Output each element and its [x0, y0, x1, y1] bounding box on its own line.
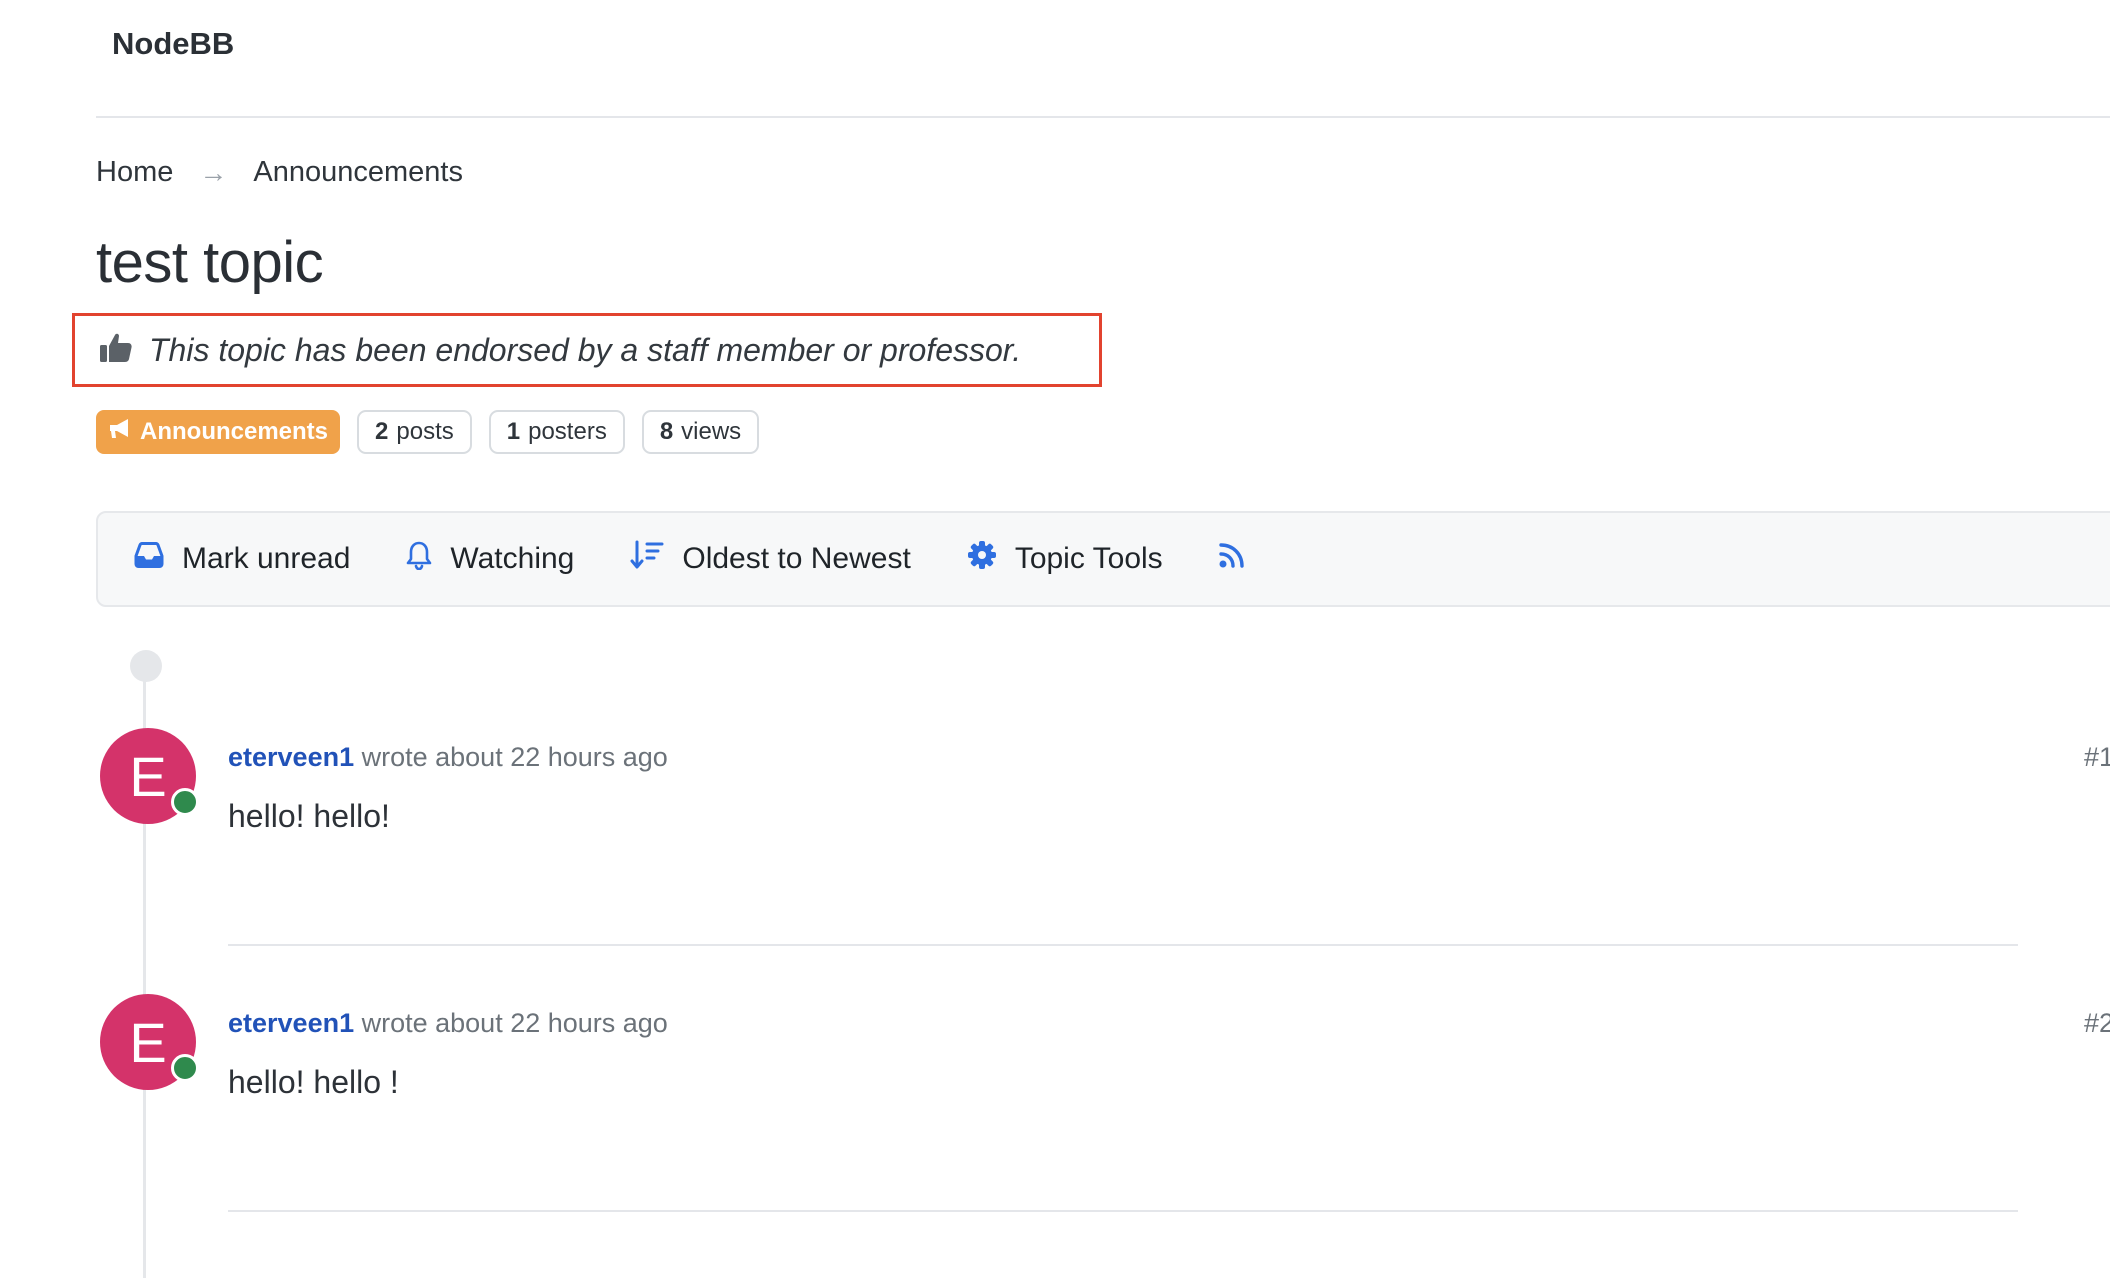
sort-arrow-icon: [630, 540, 664, 578]
post-timestamp: wrote about 22 hours ago: [361, 1008, 668, 1038]
breadcrumb-home-link[interactable]: Home: [96, 156, 173, 189]
header-divider: [96, 116, 2110, 118]
sort-label: Oldest to Newest: [682, 542, 911, 575]
online-status-indicator: [171, 788, 199, 816]
post-timestamp: wrote about 22 hours ago: [361, 742, 668, 772]
endorsement-text: This topic has been endorsed by a staff …: [149, 331, 1022, 368]
avatar-letter: E: [129, 1010, 167, 1074]
endorsement-notice: This topic has been endorsed by a staff …: [72, 313, 1102, 387]
breadcrumb-announcements-link[interactable]: Announcements: [253, 156, 463, 189]
posts-count-chip: 2 posts: [357, 410, 472, 454]
topic-tools-label: Topic Tools: [1014, 542, 1163, 575]
inbox-icon: [134, 542, 164, 576]
avatar-letter: E: [129, 744, 167, 808]
watching-button[interactable]: Watching: [406, 540, 574, 578]
breadcrumb-arrow-icon: →: [199, 156, 228, 188]
post-author-link[interactable]: eterveen1: [228, 1008, 354, 1038]
post-index-link[interactable]: #2: [2084, 1008, 2110, 1039]
breadcrumb: Home → Announcements: [96, 156, 463, 189]
rss-icon: [1218, 542, 1245, 576]
post-meta: eterveen1 wrote about 22 hours ago: [228, 742, 668, 773]
rss-feed-button[interactable]: [1218, 542, 1245, 576]
posters-label: posters: [528, 418, 607, 445]
gear-icon: [967, 540, 997, 578]
post-content: hello! hello !: [228, 1064, 399, 1100]
post-meta: eterveen1 wrote about 22 hours ago: [228, 1008, 668, 1039]
category-badge[interactable]: Announcements: [96, 410, 341, 454]
posts-label: posts: [396, 418, 454, 445]
topic-tools-button[interactable]: Topic Tools: [967, 540, 1163, 578]
thumbs-up-icon: [99, 332, 133, 369]
views-count: 8: [659, 418, 674, 445]
category-badge-label: Announcements: [140, 418, 329, 445]
sort-button[interactable]: Oldest to Newest: [630, 540, 911, 578]
page-title: test topic: [96, 230, 324, 295]
views-label: views: [681, 418, 742, 445]
topic-toolbar: Mark unread Watching Oldest to Newest To…: [96, 511, 2110, 607]
post-divider: [228, 1210, 2018, 1212]
post-content: hello! hello!: [228, 798, 390, 834]
watching-label: Watching: [450, 542, 575, 575]
page: NodeBB Home → Announcements test topic T…: [0, 0, 2110, 1278]
post-index-link[interactable]: #1: [2084, 742, 2110, 773]
mark-unread-button[interactable]: Mark unread: [134, 542, 350, 576]
bell-icon: [406, 540, 432, 578]
online-status-indicator: [171, 1054, 199, 1082]
views-count-chip: 8 views: [641, 410, 760, 454]
post-author-link[interactable]: eterveen1: [228, 742, 354, 772]
posts-count: 2: [375, 418, 389, 445]
brand-logo-text[interactable]: NodeBB: [112, 26, 234, 62]
posters-count-chip: 1 posters: [488, 410, 625, 454]
topic-stats: Announcements 2 posts 1 posters 8 views: [96, 410, 760, 454]
mark-unread-label: Mark unread: [182, 542, 351, 575]
post-divider: [228, 944, 2018, 946]
bullhorn-icon: [108, 418, 132, 447]
posters-count: 1: [506, 418, 521, 445]
timeline-start-dot: [130, 650, 162, 682]
